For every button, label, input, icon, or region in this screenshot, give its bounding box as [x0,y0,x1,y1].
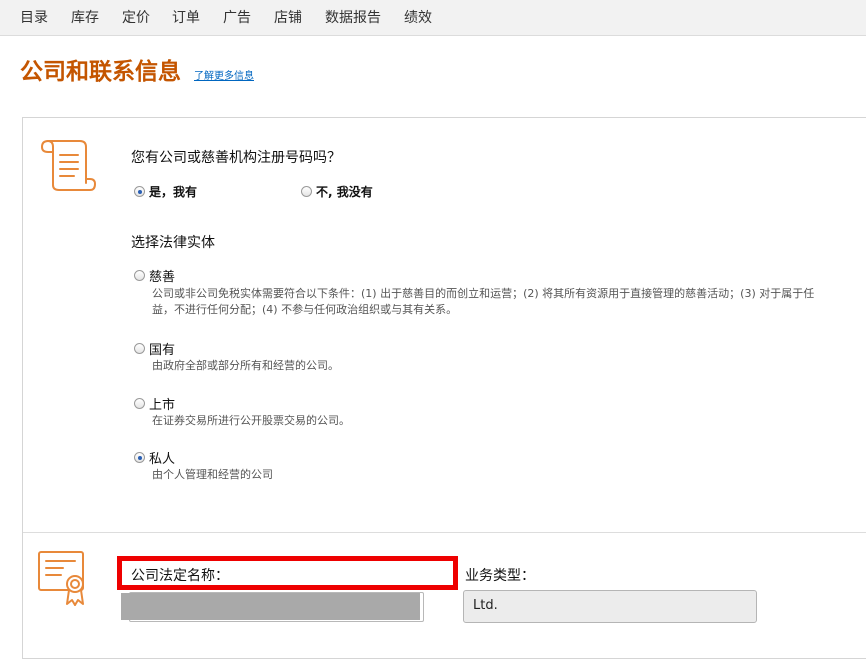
scroll-document-icon [41,140,96,191]
radio-yes-option[interactable]: 是，我有 [134,183,197,200]
entity-private-label: 私人 [149,452,176,467]
nav-item-advertising[interactable]: 广告 [223,7,251,27]
entity-public-listed-label: 上市 [149,398,176,413]
radio-no-label: 不, 我没有 [316,185,373,199]
nav-item-catalog[interactable]: 目录 [20,7,48,27]
entity-charity-label: 慈善 [149,270,176,285]
learn-more-link[interactable]: 了解更多信息 [194,67,254,82]
radio-public-listed-button[interactable] [134,398,145,409]
entity-charity-description: 公司或非公司免税实体需要符合以下条件：(1) 出于慈善目的而创立和运营；(2) … [152,286,814,318]
radio-yes-button[interactable] [134,186,145,197]
section-divider [23,532,866,533]
entity-option-state-owned[interactable]: 国有 [134,339,175,358]
entity-public-listed-description: 在证券交易所进行公开股票交易的公司。 [152,414,350,427]
nav-item-stores[interactable]: 店铺 [274,7,302,27]
radio-state-owned-button[interactable] [134,343,145,354]
nav-item-performance[interactable]: 绩效 [404,7,432,27]
entity-charity-desc-line: 公司或非公司免税实体需要符合以下条件：(1) 出于慈善目的而创立和运营；(2) … [152,287,815,300]
radio-no-option[interactable]: 不, 我没有 [301,183,373,200]
nav-item-orders[interactable]: 订单 [172,7,200,27]
legal-name-label: 公司法定名称： [131,568,229,584]
business-type-label: 业务类型： [465,568,535,584]
business-type-field: Ltd. [463,590,757,623]
legal-entity-heading: 选择法律实体 [131,235,215,251]
top-navigation-bar: 目录 库存 定价 订单 广告 店铺 数据报告 绩效 [0,0,866,36]
entity-option-charity[interactable]: 慈善 [134,266,175,285]
nav-item-pricing[interactable]: 定价 [122,7,150,27]
entity-charity-desc-line: 益，不进行任何分配；(4) 不参与任何政治组织或与其有关系。 [152,303,458,316]
registration-question: 您有公司或慈善机构注册号码吗？ [131,150,341,166]
radio-no-button[interactable] [301,186,312,197]
entity-option-public-listed[interactable]: 上市 [134,394,175,413]
nav-item-inventory[interactable]: 库存 [71,7,99,27]
entity-option-private[interactable]: 私人 [134,448,175,467]
entity-private-description: 由个人管理和经营的公司 [152,468,273,481]
nav-item-reports[interactable]: 数据报告 [325,7,381,27]
redacted-value [121,593,420,620]
radio-private-button[interactable] [134,452,145,463]
radio-charity-button[interactable] [134,270,145,281]
entity-state-owned-label: 国有 [149,343,176,358]
certificate-icon [38,551,84,606]
page-title: 公司和联系信息 [20,59,181,85]
entity-state-owned-description: 由政府全部或部分所有和经营的公司。 [152,359,339,372]
radio-yes-label: 是，我有 [149,185,198,199]
